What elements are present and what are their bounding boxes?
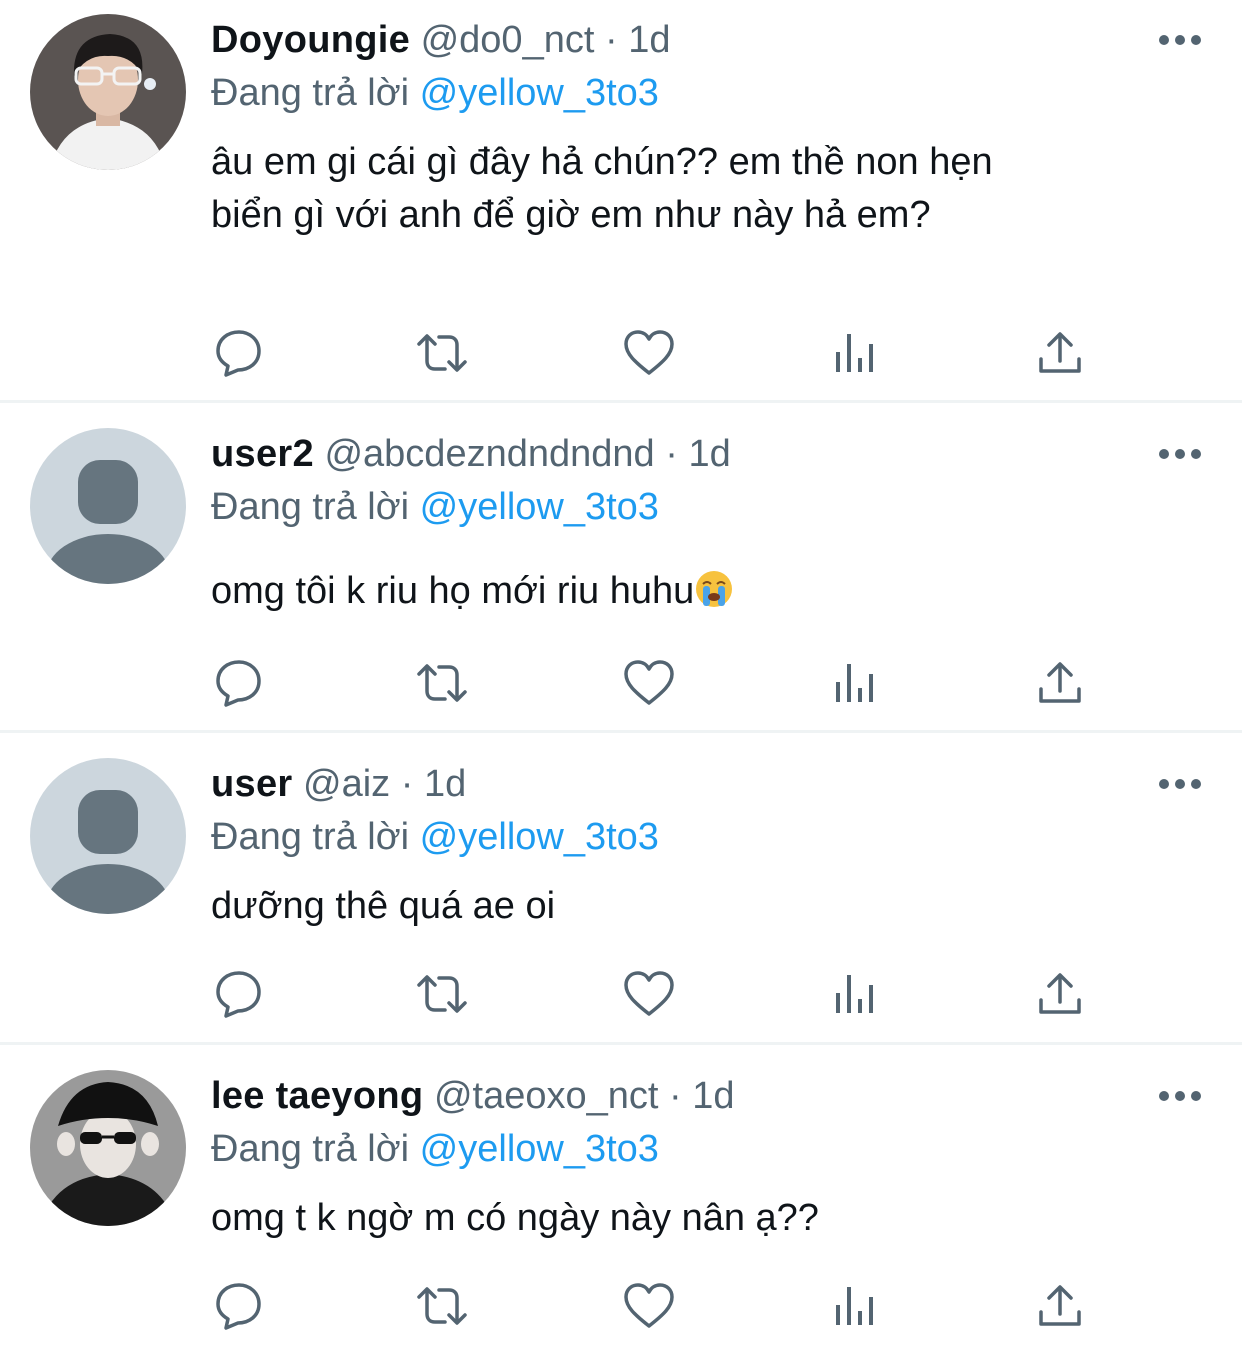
views-icon[interactable] — [828, 325, 884, 381]
tweet-header: lee taeyong @taeoxo_nct · 1d — [211, 1070, 735, 1122]
more-icon[interactable] — [1158, 1086, 1202, 1106]
like-icon[interactable] — [621, 966, 677, 1022]
separator-dot: · — [665, 433, 678, 475]
views-icon[interactable] — [828, 1278, 884, 1334]
retweet-icon[interactable] — [414, 966, 470, 1022]
replying-to-label: Đang trả lời — [211, 1128, 410, 1170]
avatar[interactable] — [30, 758, 186, 914]
views-icon[interactable] — [828, 966, 884, 1022]
replying-to: Đang trả lời @yellow_3to3 — [211, 67, 659, 119]
tweet[interactable]: user @aiz · 1d Đang trả lời @yellow_3to3… — [0, 733, 1242, 1042]
tweet[interactable]: user2 @abcdezndndndnd · 1d Đang trả lời … — [0, 403, 1242, 730]
timestamp[interactable]: 1d — [688, 433, 730, 475]
share-icon[interactable] — [1032, 325, 1088, 381]
mention-link[interactable]: @yellow_3to3 — [420, 1128, 659, 1170]
tweet-header: user @aiz · 1d — [211, 758, 466, 810]
reply-icon[interactable] — [210, 655, 266, 711]
tweet-text-content: omg tôi k riu họ mới riu huhu — [211, 570, 695, 612]
replying-to-label: Đang trả lời — [211, 72, 410, 114]
tweet-text: dưỡng thê quá ae oi — [211, 880, 1171, 933]
share-icon[interactable] — [1032, 1278, 1088, 1334]
tweet[interactable]: lee taeyong @taeoxo_nct · 1d Đang trả lờ… — [0, 1045, 1242, 1347]
user-handle[interactable]: @abcdezndndndnd — [324, 433, 654, 475]
more-icon[interactable] — [1158, 30, 1202, 50]
like-icon[interactable] — [621, 325, 677, 381]
action-bar — [0, 655, 1242, 711]
user-handle[interactable]: @do0_nct — [421, 19, 595, 61]
tweet-text-line: omg t k ngờ m có ngày này nân ạ?? — [211, 1197, 819, 1239]
timestamp[interactable]: 1d — [692, 1075, 734, 1117]
avatar[interactable] — [30, 1070, 186, 1226]
tweet-text-line: dưỡng thê quá ae oi — [211, 885, 556, 927]
separator-dot: · — [400, 763, 414, 805]
share-icon[interactable] — [1032, 655, 1088, 711]
tweet-text: omg tôi k riu họ mới riu huhu — [211, 565, 1171, 618]
separator-dot: · — [604, 19, 618, 61]
user-handle[interactable]: @taeoxo_nct — [434, 1075, 659, 1117]
tweet-text: omg t k ngờ m có ngày này nân ạ?? — [211, 1192, 1171, 1245]
replying-to: Đang trả lời @yellow_3to3 — [211, 481, 659, 533]
display-name[interactable]: user — [211, 763, 292, 805]
mention-link[interactable]: @yellow_3to3 — [420, 486, 659, 528]
mention-link[interactable]: @yellow_3to3 — [420, 72, 659, 114]
avatar[interactable] — [30, 14, 186, 170]
tweet-header: Doyoungie @do0_nct · 1d — [211, 14, 670, 66]
tweet-text-line: biển gì với anh để giờ em như này hả em? — [211, 194, 931, 236]
tweet-text: âu em gi cái gì đây hả chún?? em thề non… — [211, 136, 1171, 242]
retweet-icon[interactable] — [414, 655, 470, 711]
crying-face-emoji — [696, 571, 733, 607]
avatar[interactable] — [30, 428, 186, 584]
replying-to: Đang trả lời @yellow_3to3 — [211, 1123, 659, 1175]
views-icon[interactable] — [828, 655, 884, 711]
more-icon[interactable] — [1158, 774, 1202, 794]
action-bar — [0, 325, 1242, 381]
tweet-text-line: âu em gi cái gì đây hả chún?? em thề non… — [211, 141, 993, 183]
display-name[interactable]: user2 — [211, 433, 314, 475]
replying-to: Đang trả lời @yellow_3to3 — [211, 811, 659, 863]
reply-icon[interactable] — [210, 1278, 266, 1334]
reply-icon[interactable] — [210, 325, 266, 381]
action-bar — [0, 966, 1242, 1022]
timestamp[interactable]: 1d — [628, 19, 670, 61]
mention-link[interactable]: @yellow_3to3 — [420, 816, 659, 858]
tweet-header: user2 @abcdezndndndnd · 1d — [211, 428, 731, 480]
reply-icon[interactable] — [210, 966, 266, 1022]
tweet[interactable]: Doyoungie @do0_nct · 1d Đang trả lời @ye… — [0, 0, 1242, 400]
action-bar — [0, 1278, 1242, 1334]
replying-to-label: Đang trả lời — [211, 816, 410, 858]
retweet-icon[interactable] — [414, 1278, 470, 1334]
user-handle[interactable]: @aiz — [303, 763, 390, 805]
more-icon[interactable] — [1158, 444, 1202, 464]
share-icon[interactable] — [1032, 966, 1088, 1022]
tweet-text-line: omg tôi k riu họ mới riu huhu — [211, 565, 1171, 618]
separator-dot: · — [669, 1075, 682, 1117]
like-icon[interactable] — [621, 655, 677, 711]
like-icon[interactable] — [621, 1278, 677, 1334]
display-name[interactable]: Doyoungie — [211, 19, 410, 61]
timestamp[interactable]: 1d — [424, 763, 466, 805]
retweet-icon[interactable] — [414, 325, 470, 381]
replying-to-label: Đang trả lời — [211, 486, 410, 528]
display-name[interactable]: lee taeyong — [211, 1075, 423, 1117]
